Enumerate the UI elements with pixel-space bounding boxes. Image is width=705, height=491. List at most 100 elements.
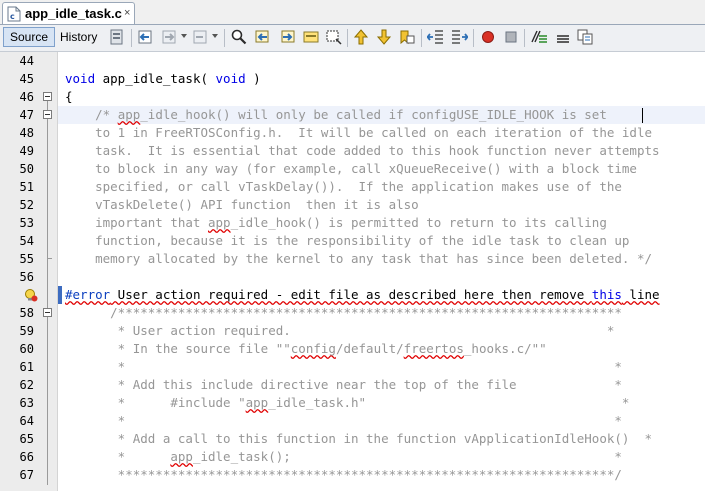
back-icon[interactable] xyxy=(136,28,154,46)
code-text: * Add a call to this function in the fun… xyxy=(65,431,652,446)
code-line: 55 memory allocated by the kernel to any… xyxy=(0,250,705,268)
line-number: 59 xyxy=(19,324,34,338)
start-macro-icon[interactable] xyxy=(479,28,497,46)
line-number: 58 xyxy=(19,306,34,320)
line-number: 46 xyxy=(19,90,34,104)
code-text: specified, or call vTaskDelay()). If the… xyxy=(65,179,622,194)
code-line: 60 * In the source file ""config/default… xyxy=(0,340,705,358)
code-editor[interactable]: 44 45 void app_idle_task( void ) 46 { 47… xyxy=(0,52,705,491)
line-number: 53 xyxy=(19,216,34,230)
collapse-fold-icon[interactable] xyxy=(43,92,52,101)
code-line: 53 important that app_idle_hook() is per… xyxy=(0,214,705,232)
code-text: #error User action required - edit file … xyxy=(65,287,660,302)
code-line: 50 to block in any way (for example, cal… xyxy=(0,160,705,178)
collapse-fold-icon[interactable] xyxy=(43,110,52,119)
code-text: to block in any way (for example, call x… xyxy=(65,161,637,176)
code-text: * * xyxy=(65,413,622,428)
code-line: 44 xyxy=(0,52,705,70)
shift-left-icon[interactable] xyxy=(427,28,445,46)
code-line: 59 * User action required. * xyxy=(0,322,705,340)
source-mode-button[interactable]: Source xyxy=(3,27,56,47)
file-tab-app-idle-task[interactable]: c app_idle_task.c × xyxy=(2,2,135,24)
diff-icon[interactable] xyxy=(576,28,594,46)
text-caret xyxy=(642,108,643,123)
line-number: 66 xyxy=(19,450,34,464)
chevron-down-icon[interactable] xyxy=(181,34,187,38)
error-bulb-icon[interactable] xyxy=(24,288,38,302)
file-tab-label: app_idle_task.c xyxy=(25,6,122,21)
toggle-highlight-icon[interactable] xyxy=(302,28,320,46)
code-text: * User action required. * xyxy=(65,323,615,338)
line-number: 67 xyxy=(19,468,34,482)
line-number: 61 xyxy=(19,360,34,374)
line-number: 54 xyxy=(19,234,34,248)
code-text: * app_idle_task(); * xyxy=(65,449,622,464)
code-text: function, because it is the responsibili… xyxy=(65,233,630,248)
code-text: important that app_idle_hook() is permit… xyxy=(65,215,607,230)
code-text: ****************************************… xyxy=(65,467,622,482)
line-number: 64 xyxy=(19,414,34,428)
code-line: 48 to 1 in FreeRTOSConfig.h. It will be … xyxy=(0,124,705,142)
code-line: 56 xyxy=(0,268,705,286)
line-number: 44 xyxy=(19,54,34,68)
comment-icon[interactable] xyxy=(530,28,548,46)
code-line: 47 /* app_idle_hook() will only be calle… xyxy=(0,106,705,124)
previous-bookmark-icon[interactable] xyxy=(352,28,370,46)
code-line: 61 * * xyxy=(0,358,705,376)
code-line: 62 * Add this include directive near the… xyxy=(0,376,705,394)
toggle-rect-select-icon[interactable] xyxy=(325,28,343,46)
code-text: * * xyxy=(65,359,622,374)
line-number: 63 xyxy=(19,396,34,410)
code-text: void app_idle_task( void ) xyxy=(65,71,261,86)
line-number: 51 xyxy=(19,180,34,194)
code-text: * In the source file ""config/default/fr… xyxy=(65,341,547,356)
code-line: 45 void app_idle_task( void ) xyxy=(0,70,705,88)
toggle-bookmark-icon[interactable] xyxy=(398,28,416,46)
code-text: task. It is essential that code added to… xyxy=(65,143,660,158)
find-selection-icon[interactable] xyxy=(230,28,248,46)
shift-right-icon[interactable] xyxy=(450,28,468,46)
code-line: 52 vTaskDelete() API function then it is… xyxy=(0,196,705,214)
code-line: 49 task. It is essential that code added… xyxy=(0,142,705,160)
line-number: 45 xyxy=(19,72,34,86)
line-number: 55 xyxy=(19,252,34,266)
forward-icon[interactable] xyxy=(160,28,178,46)
code-text: to 1 in FreeRTOSConfig.h. It will be cal… xyxy=(65,125,652,140)
code-line: 58 /************************************… xyxy=(0,304,705,322)
next-bookmark-icon[interactable] xyxy=(375,28,393,46)
last-edit-icon[interactable] xyxy=(108,28,126,46)
code-line: 66 * app_idle_task(); * xyxy=(0,448,705,466)
history-mode-button[interactable]: History xyxy=(54,27,103,47)
code-line: 65 * Add a call to this function in the … xyxy=(0,430,705,448)
line-number: 56 xyxy=(19,270,34,284)
code-line: 63 * #include "app_idle_task.h" * xyxy=(0,394,705,412)
line-number: 48 xyxy=(19,126,34,140)
code-line: 54 function, because it is the responsib… xyxy=(0,232,705,250)
line-number: 49 xyxy=(19,144,34,158)
stop-macro-icon[interactable] xyxy=(502,28,520,46)
code-text: memory allocated by the kernel to any ta… xyxy=(65,251,652,266)
svg-text:c: c xyxy=(10,12,15,21)
code-line: 51 specified, or call vTaskDelay()). If … xyxy=(0,178,705,196)
chevron-down-icon[interactable] xyxy=(212,34,218,38)
find-previous-icon[interactable] xyxy=(254,28,272,46)
code-line: 64 * * xyxy=(0,412,705,430)
code-line: 67 *************************************… xyxy=(0,466,705,484)
code-text: /* app_idle_hook() will only be called i… xyxy=(65,107,607,122)
code-text: * #include "app_idle_task.h" * xyxy=(65,395,630,410)
line-number: 62 xyxy=(19,378,34,392)
editor-tab-bar: c app_idle_task.c × xyxy=(0,0,705,25)
c-file-icon: c xyxy=(7,6,21,22)
code-text: /***************************************… xyxy=(65,305,622,320)
line-number: 47 xyxy=(19,108,34,122)
collapse-fold-icon[interactable] xyxy=(43,308,52,317)
line-number: 60 xyxy=(19,342,34,356)
forward-history-icon[interactable] xyxy=(191,28,209,46)
close-tab-icon[interactable]: × xyxy=(124,6,130,20)
find-next-icon[interactable] xyxy=(278,28,296,46)
line-number: 52 xyxy=(19,198,34,212)
uncomment-icon[interactable] xyxy=(553,28,571,46)
line-number: 65 xyxy=(19,432,34,446)
code-line: 46 { xyxy=(0,88,705,106)
code-line: #error User action required - edit file … xyxy=(0,286,705,304)
